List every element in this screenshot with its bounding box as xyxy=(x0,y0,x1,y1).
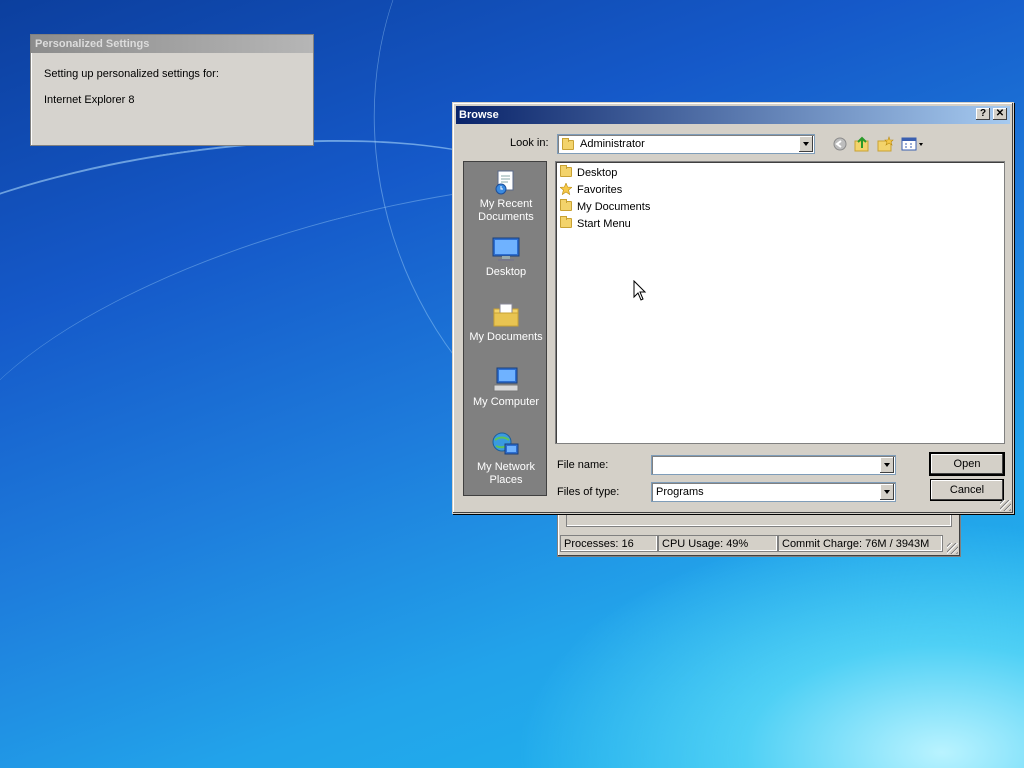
folder-icon xyxy=(560,165,572,177)
place-network-places[interactable]: My Network Places xyxy=(464,431,548,487)
list-item[interactable]: Desktop xyxy=(560,165,617,181)
place-desktop[interactable]: Desktop xyxy=(464,236,548,279)
browse-title: Browse xyxy=(459,109,499,121)
file-name: Desktop xyxy=(577,167,618,179)
place-label: My Documents xyxy=(469,331,543,343)
view-menu-icon[interactable] xyxy=(901,136,925,152)
file-name-input[interactable] xyxy=(651,455,896,475)
resize-grip[interactable] xyxy=(1000,500,1011,511)
status-commit-charge: Commit Charge: 76M / 3943M xyxy=(778,535,943,552)
file-list[interactable]: Desktop Favorites My Documents Start Men… xyxy=(555,161,1005,444)
status-cpu-usage: CPU Usage: 49% xyxy=(658,535,778,552)
chevron-down-icon[interactable] xyxy=(799,136,813,152)
place-label: My Recent Documents xyxy=(478,198,534,223)
list-item[interactable]: Favorites xyxy=(560,182,622,198)
place-label: Desktop xyxy=(485,266,527,278)
place-my-computer[interactable]: My Computer xyxy=(464,366,548,409)
personalized-settings-message: Setting up personalized settings for: xyxy=(44,68,219,80)
browse-dialog: Browse ? ✕ Look in: Administrator My Rec… xyxy=(452,102,1014,514)
personalized-settings-app-name: Internet Explorer 8 xyxy=(44,94,135,106)
places-bar: My Recent Documents Desktop My Documents… xyxy=(463,161,547,496)
folder-icon xyxy=(562,138,574,150)
personalized-settings-title: Personalized Settings xyxy=(31,35,313,53)
mouse-cursor-icon xyxy=(633,279,647,305)
look-in-value: Administrator xyxy=(580,138,645,150)
personalized-settings-window: Personalized Settings Setting up persona… xyxy=(30,34,314,146)
file-name: Start Menu xyxy=(577,218,631,230)
file-name-label: File name: xyxy=(557,459,609,471)
cancel-button[interactable]: Cancel xyxy=(930,479,1004,501)
my-computer-icon xyxy=(491,366,521,394)
files-of-type-value: Programs xyxy=(656,486,704,498)
chevron-down-icon[interactable] xyxy=(880,484,894,500)
desktop-icon xyxy=(491,236,521,264)
browse-title-bar[interactable]: Browse ? ✕ xyxy=(456,106,1010,124)
resize-grip[interactable] xyxy=(947,543,958,554)
look-in-dropdown[interactable]: Administrator xyxy=(557,134,815,154)
recent-documents-icon xyxy=(491,168,521,196)
star-icon xyxy=(560,183,572,195)
place-label: My Network Places xyxy=(476,461,536,486)
my-documents-icon xyxy=(491,301,521,329)
network-places-icon xyxy=(491,431,521,459)
file-name: Favorites xyxy=(577,184,623,196)
new-folder-icon[interactable] xyxy=(876,136,894,152)
place-label: My Computer xyxy=(472,396,540,408)
file-name: My Documents xyxy=(577,201,651,213)
back-icon[interactable] xyxy=(831,136,849,152)
list-item[interactable]: My Documents xyxy=(560,199,650,215)
help-button[interactable]: ? xyxy=(976,108,990,120)
close-button[interactable]: ✕ xyxy=(993,108,1007,120)
status-processes: Processes: 16 xyxy=(560,535,658,552)
up-folder-icon[interactable] xyxy=(853,136,871,152)
place-my-documents[interactable]: My Documents xyxy=(464,301,548,344)
chevron-down-icon[interactable] xyxy=(880,457,894,473)
files-of-type-dropdown[interactable]: Programs xyxy=(651,482,896,502)
place-recent-documents[interactable]: My Recent Documents xyxy=(464,168,548,224)
list-item[interactable]: Start Menu xyxy=(560,216,631,232)
folder-icon xyxy=(560,199,572,211)
files-of-type-label: Files of type: xyxy=(557,486,620,498)
folder-icon xyxy=(560,216,572,228)
open-button[interactable]: Open xyxy=(929,452,1005,476)
look-in-label: Look in: xyxy=(510,137,549,149)
